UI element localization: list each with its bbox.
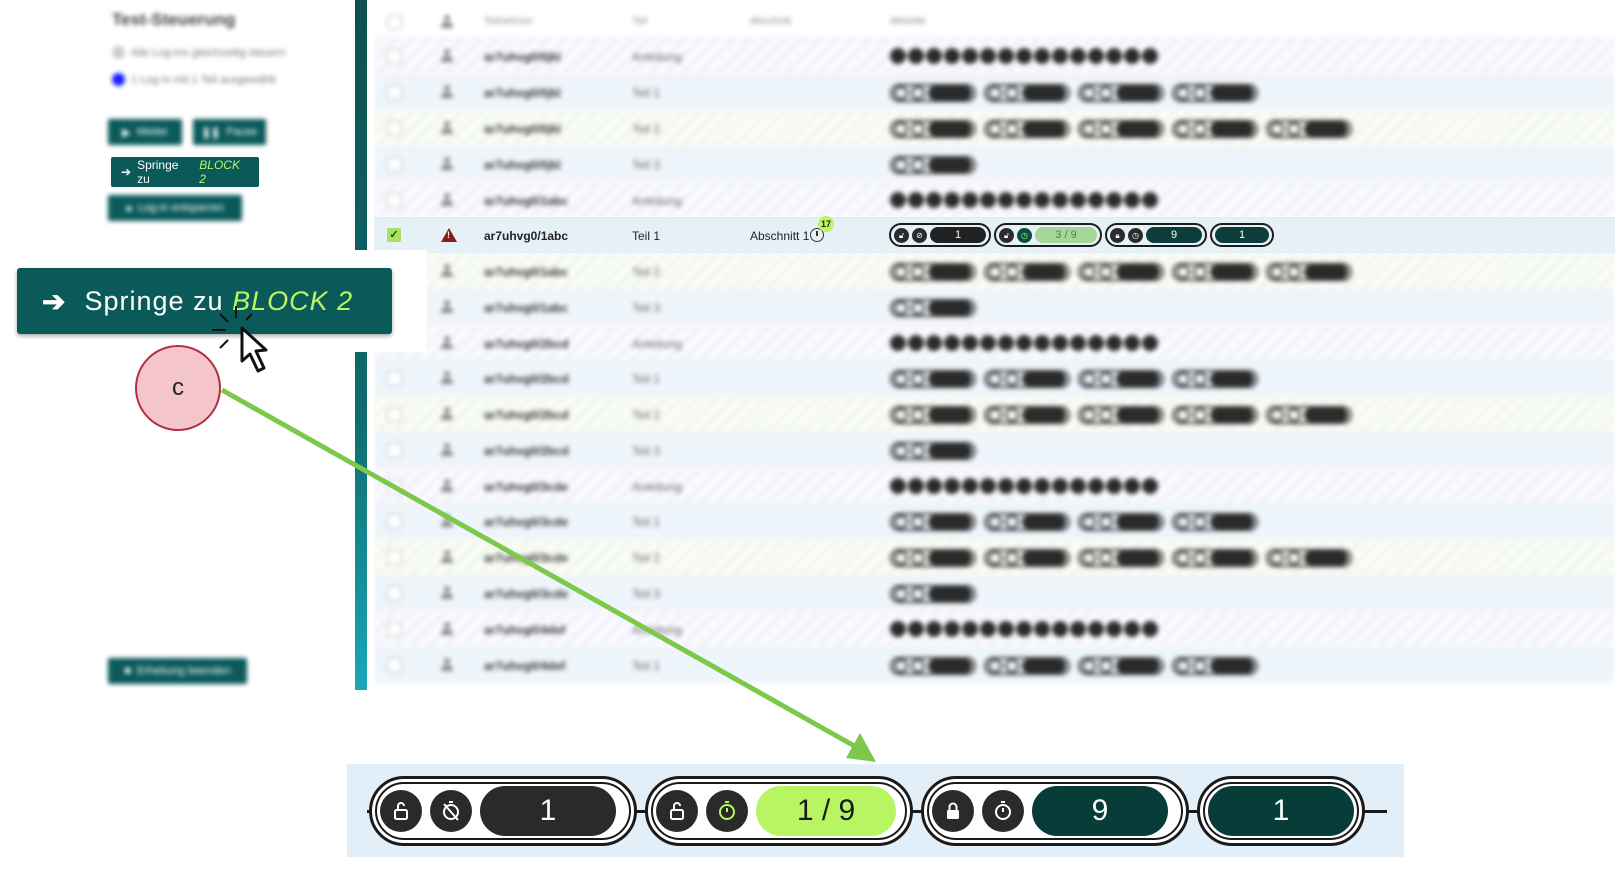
- block-value: 1: [1208, 786, 1354, 836]
- activity-zoom-panel: 1 1 / 9 9 1: [347, 764, 1404, 857]
- block-value: 9: [1032, 786, 1168, 836]
- block-value: 1: [480, 786, 616, 836]
- timer-icon: [706, 790, 748, 832]
- timer-icon: [982, 790, 1024, 832]
- block-value: 1 / 9: [756, 786, 896, 836]
- block-pill-3[interactable]: 9: [921, 776, 1189, 846]
- block-pill-1[interactable]: 1: [369, 776, 637, 846]
- lock-closed-icon: [932, 790, 974, 832]
- pointer-arrow: [220, 387, 876, 762]
- block-pill-2[interactable]: 1 / 9: [645, 776, 913, 846]
- lock-open-icon: [656, 790, 698, 832]
- lock-open-icon: [380, 790, 422, 832]
- timer-off-icon: [430, 790, 472, 832]
- block-pill-4[interactable]: 1: [1197, 776, 1365, 846]
